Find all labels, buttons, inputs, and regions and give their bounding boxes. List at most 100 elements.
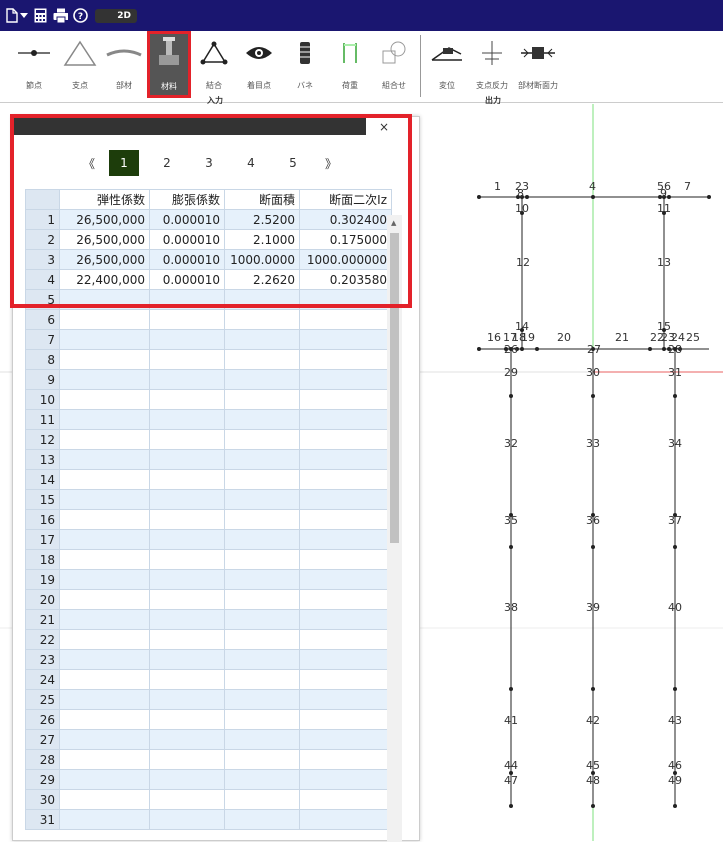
table-cell[interactable] [149,449,225,470]
row-number[interactable]: 30 [25,789,60,810]
table-cell[interactable] [149,689,225,710]
table-cell[interactable] [59,649,150,670]
displacement-button[interactable]: 変位 [427,35,467,95]
table-cell[interactable] [59,429,150,450]
table-cell[interactable] [224,589,300,610]
table-cell[interactable]: 0.175000 [299,229,392,250]
table-cell[interactable] [59,529,150,550]
table-cell[interactable] [224,389,300,410]
table-cell[interactable] [224,709,300,730]
table-cell[interactable] [149,409,225,430]
table-cell[interactable] [149,749,225,770]
table-cell[interactable] [299,709,392,730]
table-cell[interactable] [224,369,300,390]
table-cell[interactable] [224,489,300,510]
page-2-button[interactable]: 2 [155,150,179,176]
table-cell[interactable] [59,289,150,310]
row-number[interactable]: 14 [25,469,60,490]
prev-page-button[interactable]: 《 [79,150,99,176]
table-cell[interactable]: 0.000010 [149,209,225,230]
load-button[interactable]: 荷重 [330,35,370,95]
table-cell[interactable] [299,389,392,410]
calculator-icon[interactable] [33,7,48,24]
table-cell[interactable] [149,469,225,490]
table-scrollbar[interactable]: ▲ [387,215,402,842]
page-4-button[interactable]: 4 [239,150,263,176]
page-1-button[interactable]: 1 [109,150,139,176]
notice-point-button[interactable]: 着目点 [239,35,279,95]
dialog-title-bar[interactable] [13,117,366,135]
table-cell[interactable] [59,509,150,530]
row-number[interactable]: 1 [25,209,60,230]
spring-button[interactable]: バネ [285,35,325,95]
table-cell[interactable] [224,569,300,590]
table-cell[interactable] [299,409,392,430]
table-cell[interactable] [299,509,392,530]
table-cell[interactable] [59,809,150,830]
table-cell[interactable] [299,729,392,750]
table-cell[interactable]: 0.203580 [299,269,392,290]
table-cell[interactable] [59,709,150,730]
table-cell[interactable] [149,289,225,310]
row-number[interactable]: 24 [25,669,60,690]
table-cell[interactable] [59,609,150,630]
table-cell[interactable] [149,809,225,830]
table-cell[interactable] [224,609,300,630]
table-cell[interactable] [299,309,392,330]
row-number[interactable]: 15 [25,489,60,510]
table-cell[interactable] [59,789,150,810]
table-cell[interactable] [299,489,392,510]
reaction-button[interactable]: 支点反力 [472,35,512,95]
row-number[interactable]: 13 [25,449,60,470]
table-cell[interactable] [149,609,225,630]
table-cell[interactable]: 1000.0000 [224,249,300,270]
table-cell[interactable] [299,529,392,550]
table-cell[interactable] [59,769,150,790]
row-number[interactable]: 11 [25,409,60,430]
row-number[interactable]: 23 [25,649,60,670]
table-cell[interactable] [224,789,300,810]
table-cell[interactable] [224,769,300,790]
table-cell[interactable] [59,669,150,690]
row-number[interactable]: 18 [25,549,60,570]
table-cell[interactable] [59,729,150,750]
column-header-elastic-modulus[interactable]: 弾性係数 [59,189,150,210]
table-cell[interactable] [299,669,392,690]
row-number[interactable]: 29 [25,769,60,790]
table-cell[interactable] [224,289,300,310]
table-cell[interactable]: 26,500,000 [59,209,150,230]
row-number[interactable]: 8 [25,349,60,370]
table-cell[interactable] [299,769,392,790]
table-cell[interactable]: 0.000010 [149,229,225,250]
joint-button[interactable]: 結合 [194,35,234,95]
column-header-moment-of-inertia[interactable]: 断面二次Iz [299,189,392,210]
table-cell[interactable]: 2.1000 [224,229,300,250]
row-number[interactable]: 2 [25,229,60,250]
close-icon[interactable]: × [379,120,389,134]
table-cell[interactable]: 0.000010 [149,269,225,290]
table-cell[interactable] [299,329,392,350]
table-cell[interactable]: 2.2620 [224,269,300,290]
table-cell[interactable]: 26,500,000 [59,229,150,250]
material-button[interactable]: 材料 [147,31,191,98]
table-cell[interactable] [224,529,300,550]
table-cell[interactable]: 22,400,000 [59,269,150,290]
column-header-expansion-coefficient[interactable]: 膨張係数 [149,189,225,210]
table-cell[interactable] [149,649,225,670]
table-cell[interactable] [59,469,150,490]
table-cell[interactable] [149,669,225,690]
table-cell[interactable] [59,409,150,430]
table-cell[interactable] [149,329,225,350]
table-cell[interactable] [59,689,150,710]
table-cell[interactable] [299,589,392,610]
table-cell[interactable] [299,749,392,770]
row-number[interactable]: 3 [25,249,60,270]
row-number[interactable]: 22 [25,629,60,650]
table-cell[interactable] [224,629,300,650]
table-cell[interactable] [224,409,300,430]
table-cell[interactable] [224,669,300,690]
table-cell[interactable] [224,649,300,670]
table-cell[interactable] [149,709,225,730]
table-cell[interactable] [59,449,150,470]
row-number[interactable]: 6 [25,309,60,330]
